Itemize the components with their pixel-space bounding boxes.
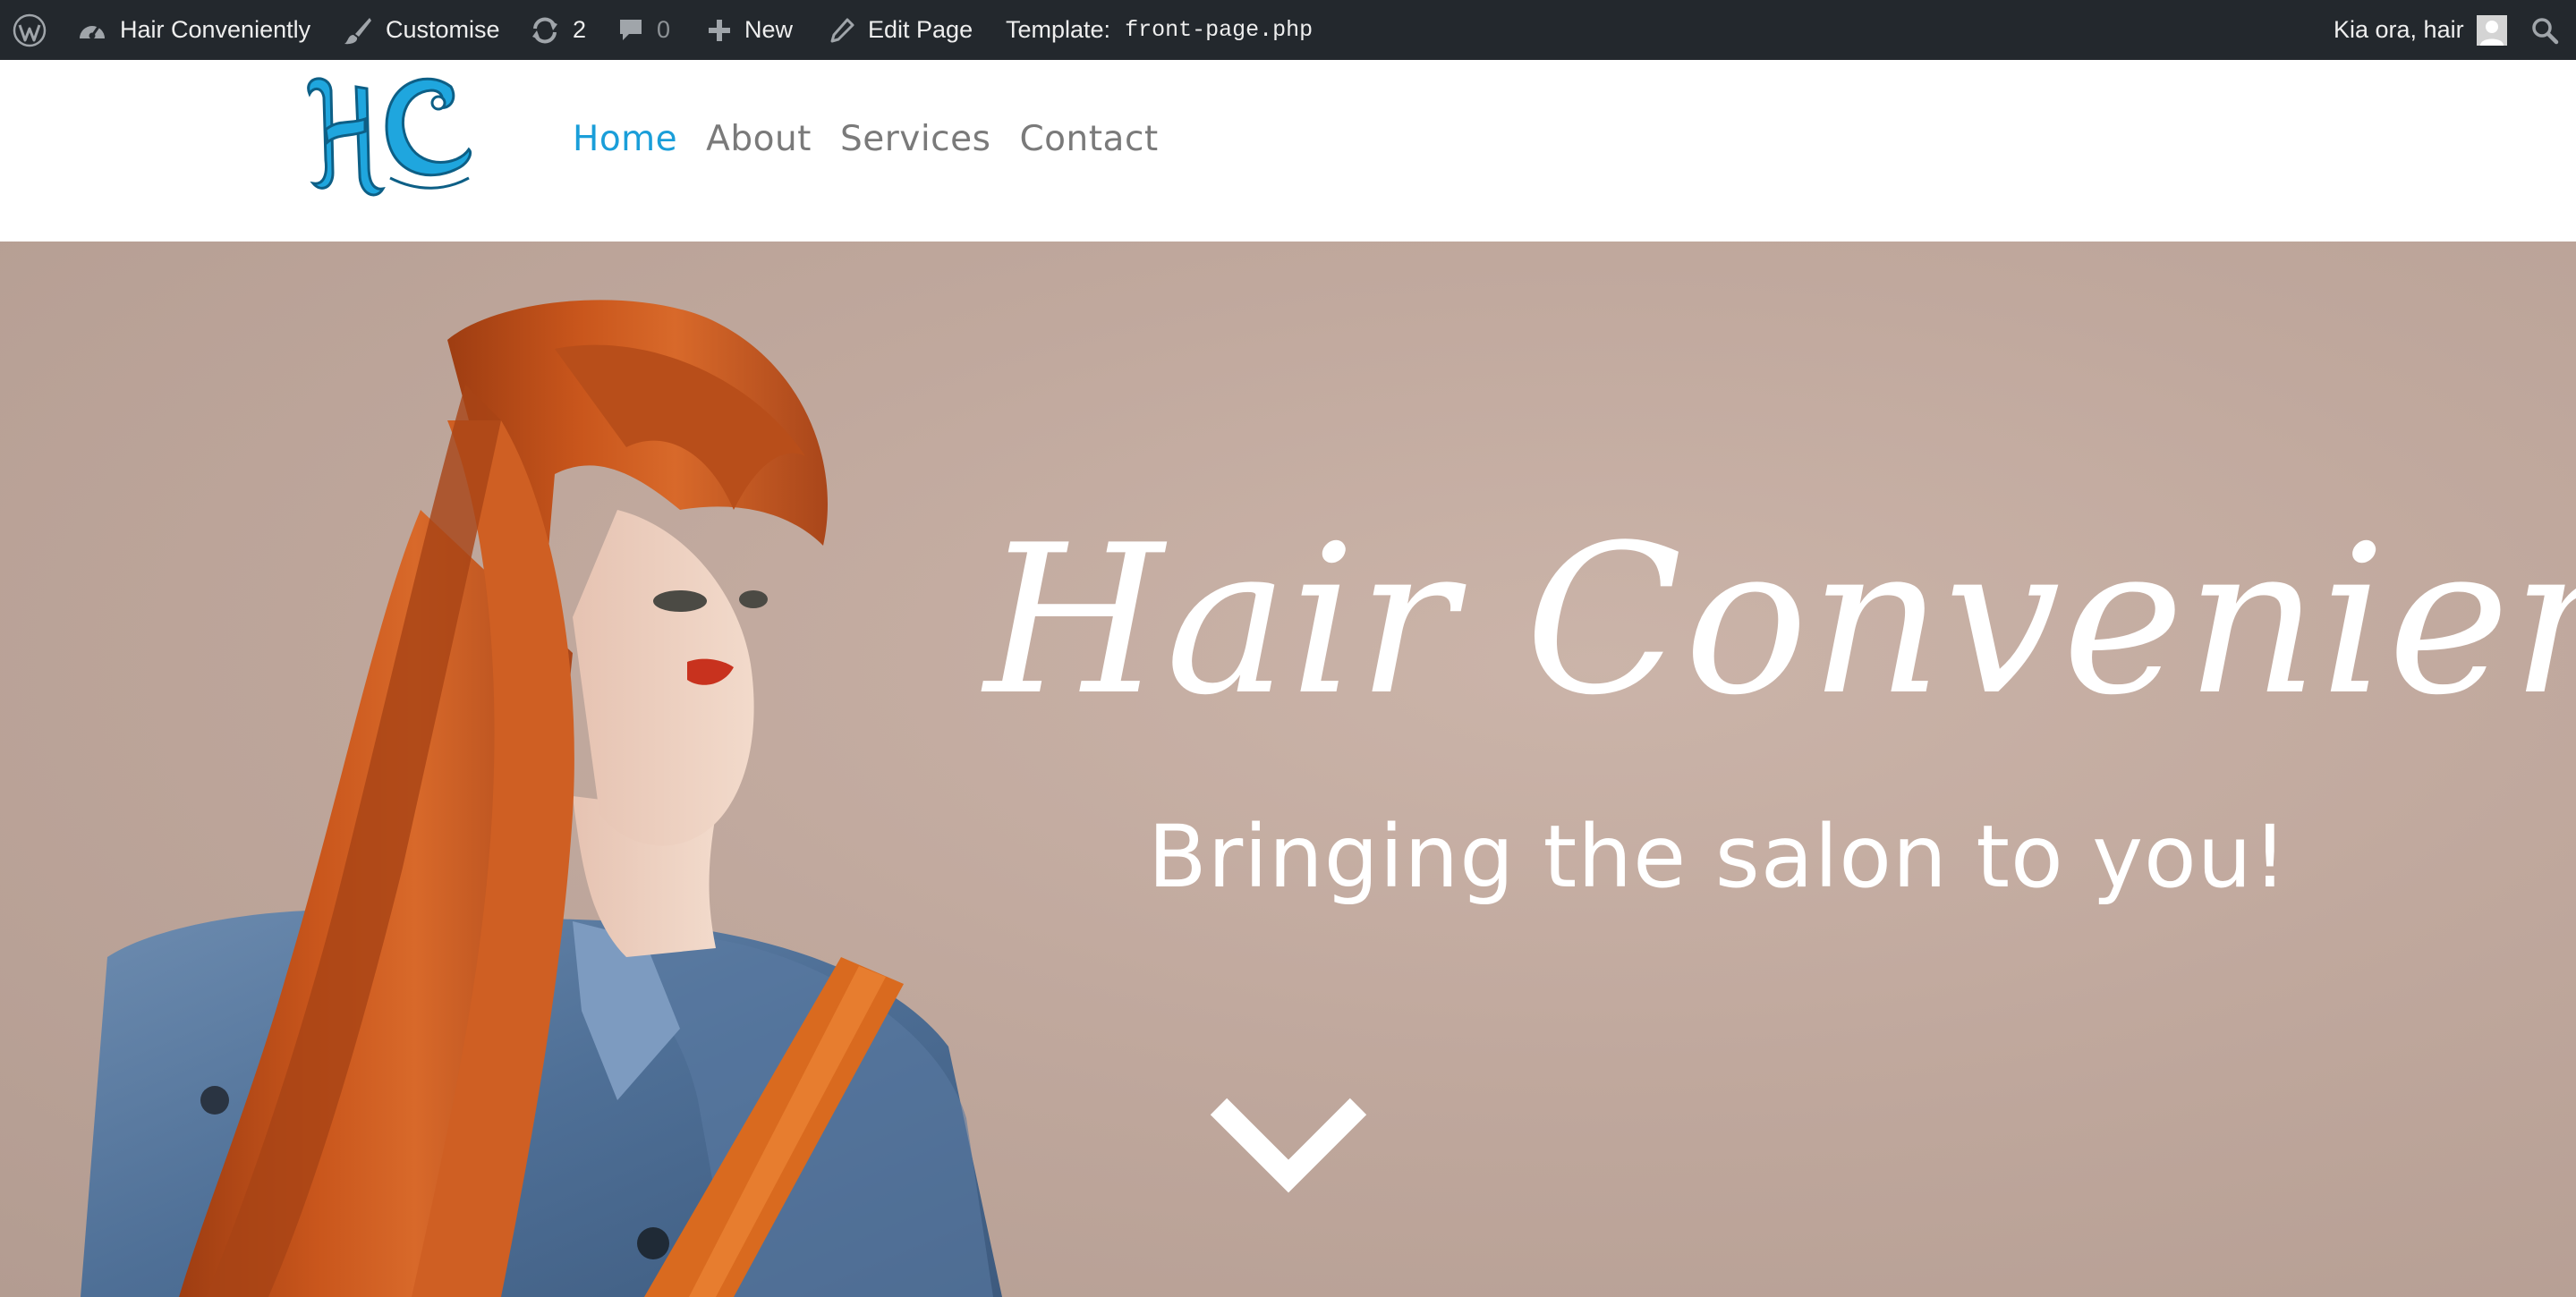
refresh-icon	[530, 16, 560, 45]
updates-link[interactable]: 2	[530, 0, 586, 60]
nav-item-about[interactable]: About	[706, 119, 812, 159]
main-navigation: Home About Services Contact	[573, 60, 1187, 217]
customise-link[interactable]: Customise	[343, 0, 500, 60]
model-photo	[81, 300, 1002, 1297]
admin-bar: Hair Conveniently Customise 2 0 New Edit…	[0, 0, 2576, 60]
hero-title: Hair Conveniently	[984, 502, 2576, 741]
site-name-label: Hair Conveniently	[120, 16, 311, 43]
edit-page-label: Edit Page	[868, 16, 973, 43]
template-info: Template: front-page.php	[1006, 0, 1313, 60]
template-file: front-page.php	[1125, 17, 1314, 43]
customise-label: Customise	[386, 16, 500, 43]
nav-item-services[interactable]: Services	[840, 119, 990, 159]
new-content-menu[interactable]: New	[707, 0, 793, 60]
new-label: New	[744, 16, 794, 43]
template-label: Template:	[1006, 16, 1111, 43]
updates-count: 2	[573, 16, 587, 43]
search-icon[interactable]	[2530, 0, 2559, 60]
comments-count: 0	[657, 16, 671, 43]
user-avatar-icon	[2476, 14, 2507, 46]
site-header: Home About Services Contact	[0, 60, 2576, 242]
account-menu[interactable]: Kia ora, hair	[2334, 0, 2507, 60]
hero-banner: Hair Conveniently Bringing the salon to …	[0, 242, 2576, 1297]
plus-icon	[707, 18, 732, 43]
comments-link[interactable]: 0	[617, 0, 670, 60]
site-name-menu[interactable]: Hair Conveniently	[77, 0, 310, 60]
paintbrush-icon	[343, 15, 373, 46]
wordpress-logo-icon[interactable]	[13, 0, 47, 60]
greeting-label: Kia ora, hair	[2334, 16, 2464, 43]
chevron-down-icon[interactable]	[1199, 1087, 1378, 1203]
nav-item-contact[interactable]: Contact	[1019, 119, 1158, 159]
dashboard-icon	[77, 17, 107, 44]
comment-bubble-icon	[617, 17, 644, 44]
hero-subtitle: Bringing the salon to you!	[1147, 807, 2289, 907]
nav-item-home[interactable]: Home	[573, 119, 677, 159]
edit-page-link[interactable]: Edit Page	[829, 0, 973, 60]
site-logo[interactable]	[293, 67, 477, 206]
pencil-icon	[829, 17, 855, 44]
